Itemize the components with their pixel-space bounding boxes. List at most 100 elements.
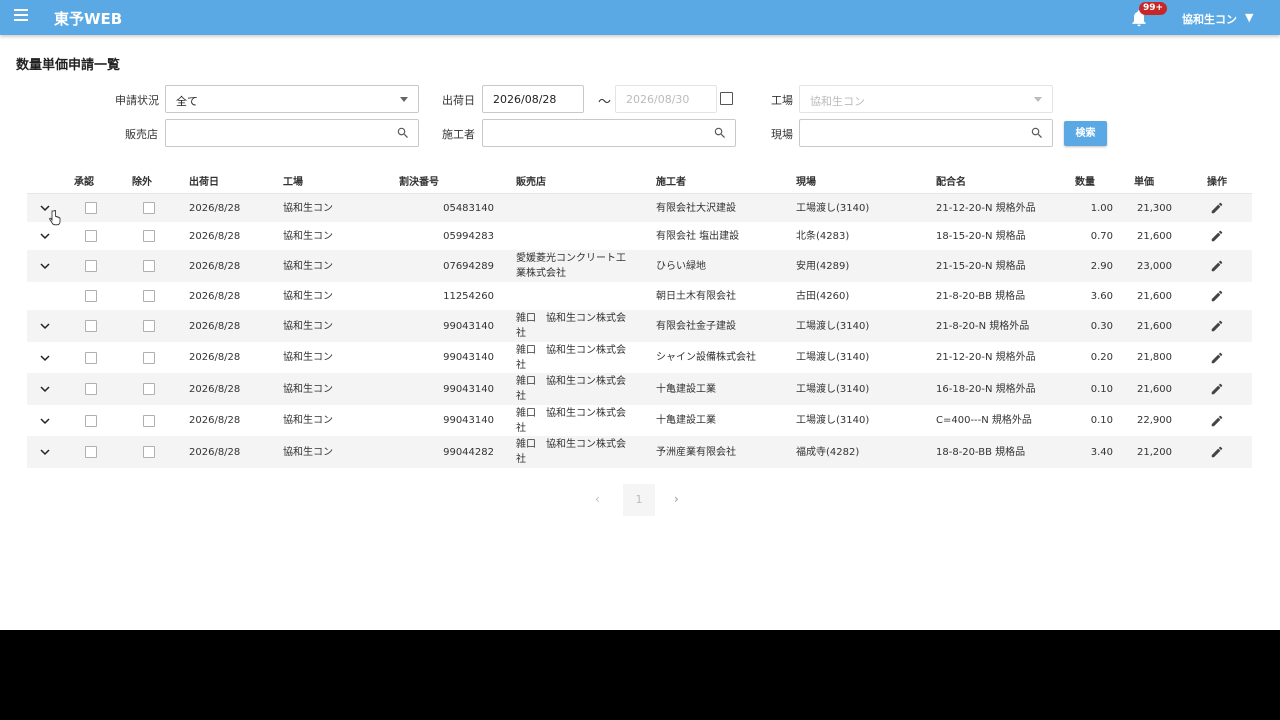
mouse-cursor-icon <box>49 210 61 226</box>
cell-contractor: 予洲産業有限会社 <box>656 446 736 458</box>
cell-qty: 3.40 <box>1090 446 1113 458</box>
exclude-checkbox[interactable] <box>143 320 155 332</box>
edit-icon[interactable] <box>1210 414 1224 428</box>
cell-price: 21,300 <box>1137 202 1172 214</box>
search-icon[interactable] <box>396 126 410 140</box>
ship-date-to-input[interactable]: 2026/08/30 <box>615 85 717 113</box>
contractor-search-input[interactable] <box>482 119 736 147</box>
exclude-checkbox[interactable] <box>143 414 155 427</box>
cell-factory: 協和生コン <box>283 446 333 458</box>
cell-qty: 3.60 <box>1090 290 1113 302</box>
page-title: 数量単価申請一覧 <box>16 58 121 73</box>
approve-checkbox[interactable] <box>85 351 97 364</box>
cell-ship-date: 2026/8/28 <box>189 415 241 426</box>
cell-site: 工場渡し(3140) <box>796 320 870 332</box>
user-menu[interactable]: 協和生コン <box>1182 11 1237 27</box>
edit-icon[interactable] <box>1210 319 1224 333</box>
cell-price: 21,600 <box>1137 290 1172 302</box>
cell-qty: 1.00 <box>1090 202 1113 214</box>
cell-dealer: 雑口 協和生コン株式会社 <box>516 439 626 465</box>
table-row: 2026/8/28 協和生コン 11254260 朝日土木有限会社 古田(4260) 21… <box>27 282 1252 310</box>
exclude-checkbox[interactable] <box>143 383 155 395</box>
cell-ruling-no: 05994283 <box>443 230 494 242</box>
table-row: 2026/8/28 協和生コン 99043140 雑口 協和生コン株式会社 シャイン設備… <box>27 342 1252 373</box>
cell-price: 21,200 <box>1137 446 1172 458</box>
cell-site: 古田(4260) <box>796 290 850 302</box>
approve-checkbox[interactable] <box>85 414 97 427</box>
col-mix: 配合名 <box>936 177 966 188</box>
dealer-search-input[interactable] <box>165 119 419 147</box>
cell-factory: 協和生コン <box>283 415 333 426</box>
approve-checkbox[interactable] <box>85 202 97 214</box>
cell-ship-date: 2026/8/28 <box>189 352 241 363</box>
ship-date-from-input[interactable]: 2026/08/28 <box>482 85 584 113</box>
approve-checkbox[interactable] <box>85 230 97 242</box>
cell-dealer: 雑口 協和生コン株式会社 <box>516 344 626 371</box>
pagination-prev[interactable]: ‹ <box>595 492 600 506</box>
factory-label: 工場 <box>771 94 793 107</box>
table-header: 承認 除外 出荷日 工場 割決番号 販売店 施工者 現場 配合名 数量 単価 操… <box>27 166 1252 194</box>
edit-icon[interactable] <box>1210 289 1224 303</box>
edit-icon[interactable] <box>1210 259 1224 273</box>
cell-qty: 0.30 <box>1090 320 1113 332</box>
approve-checkbox[interactable] <box>85 260 97 272</box>
chevron-down-icon[interactable] <box>39 320 51 332</box>
pagination-next[interactable]: › <box>674 492 679 506</box>
exclude-checkbox[interactable] <box>143 446 155 458</box>
cell-factory: 協和生コン <box>283 383 333 395</box>
cell-factory: 協和生コン <box>283 352 333 363</box>
hamburger-menu-icon[interactable] <box>14 9 34 25</box>
col-qty: 数量 <box>1075 177 1095 188</box>
exclude-checkbox[interactable] <box>143 260 155 272</box>
chevron-down-icon[interactable] <box>39 446 51 458</box>
edit-icon[interactable] <box>1210 382 1224 396</box>
edit-icon[interactable] <box>1210 201 1224 215</box>
cell-qty: 0.10 <box>1090 415 1113 426</box>
edit-icon[interactable] <box>1210 445 1224 459</box>
exclude-checkbox[interactable] <box>143 290 155 302</box>
cell-mix: 16-18-20-N 規格外品 <box>936 383 1036 395</box>
search-icon[interactable] <box>1030 126 1044 140</box>
table-row: 2026/8/28 協和生コン 99043140 雑口 協和生コン株式会社 有限会社金子… <box>27 310 1252 342</box>
approve-checkbox[interactable] <box>85 383 97 395</box>
app-title: 東予WEB <box>54 10 123 28</box>
cell-factory: 協和生コン <box>283 202 333 214</box>
chevron-down-icon[interactable] <box>39 383 51 395</box>
approve-checkbox[interactable] <box>85 320 97 332</box>
cell-qty: 0.20 <box>1090 352 1113 363</box>
chevron-down-icon[interactable] <box>39 260 51 272</box>
cell-ruling-no: 99043140 <box>443 320 494 332</box>
status-select[interactable]: 全て <box>165 85 419 113</box>
pagination-page[interactable]: 1 <box>623 484 655 516</box>
search-button[interactable]: 検索 <box>1064 121 1107 146</box>
chevron-down-icon <box>1034 97 1042 102</box>
cell-contractor: 十亀建設工業 <box>656 415 716 426</box>
exclude-checkbox[interactable] <box>143 202 155 214</box>
ship-date-range-checkbox[interactable] <box>720 92 733 105</box>
cell-mix: 18-8-20-BB 規格品 <box>936 446 1026 458</box>
approve-checkbox[interactable] <box>85 446 97 458</box>
edit-icon[interactable] <box>1210 351 1224 365</box>
exclude-checkbox[interactable] <box>143 230 155 242</box>
search-icon[interactable] <box>713 126 727 140</box>
status-label: 申請状況 <box>115 94 159 107</box>
cell-ship-date: 2026/8/28 <box>189 260 241 272</box>
site-search-input[interactable] <box>799 119 1053 147</box>
cell-mix: 21-12-20-N 規格外品 <box>936 202 1036 214</box>
cell-price: 22,900 <box>1137 415 1172 426</box>
chevron-down-icon[interactable] <box>39 415 51 427</box>
cell-dealer: 雑口 協和生コン株式会社 <box>516 313 626 339</box>
approve-checkbox[interactable] <box>85 290 97 302</box>
edit-icon[interactable] <box>1210 229 1224 243</box>
cell-ship-date: 2026/8/28 <box>189 320 241 332</box>
cell-mix: 18-15-20-N 規格品 <box>936 230 1026 242</box>
factory-select[interactable]: 協和生コン <box>799 85 1053 113</box>
cell-ruling-no: 11254260 <box>443 290 494 302</box>
chevron-down-icon[interactable] <box>39 230 51 242</box>
cell-qty: 2.90 <box>1090 260 1113 272</box>
cell-ship-date: 2026/8/28 <box>189 230 241 242</box>
chevron-down-icon[interactable] <box>39 352 51 364</box>
cell-contractor: 朝日土木有限会社 <box>656 290 736 302</box>
user-menu-caret-icon[interactable]: ▼ <box>1245 11 1253 24</box>
exclude-checkbox[interactable] <box>143 351 155 364</box>
